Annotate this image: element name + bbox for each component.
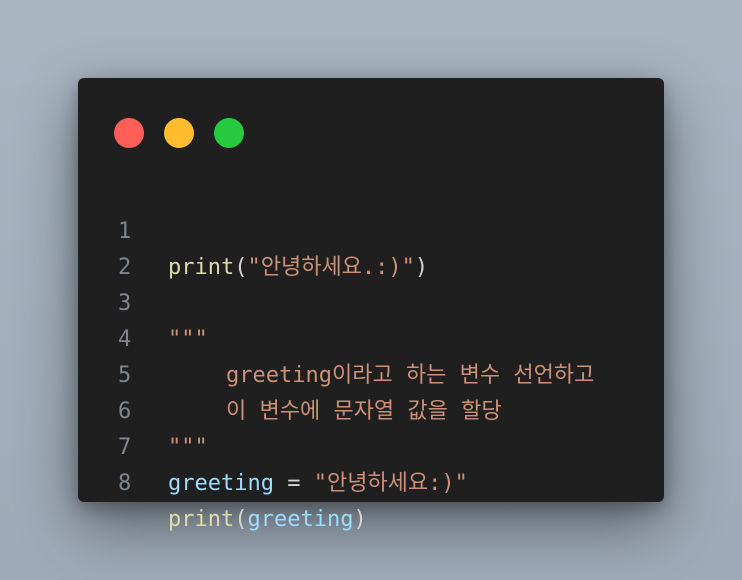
string-literal: "안녕하세요:)" [313, 471, 468, 496]
code-line-3: 3 """ [78, 250, 208, 352]
maximize-window-button[interactable] [214, 118, 244, 148]
string-literal: "안녕하세요.:)" [247, 255, 415, 280]
line-number: 8 [118, 471, 132, 496]
close-window-button[interactable] [114, 118, 144, 148]
code-line-2: 2 [78, 214, 157, 280]
code-line-7: 7 greeting = "안녕하세요:)" [78, 394, 468, 496]
line-source: greeting = "안녕하세요:)" [168, 466, 468, 502]
close-paren: ) [353, 507, 367, 532]
docstring-text: greeting이라고 하는 변수 선언하고 [226, 363, 595, 388]
open-paren: ( [234, 255, 248, 280]
assignment-operator: = [273, 471, 314, 496]
variable-name: greeting [247, 507, 354, 532]
line-source: print(greeting) [168, 502, 367, 538]
code-line-6: 6 """ [78, 358, 208, 460]
line-source: 이 변수에 문자열 값을 할당 [168, 394, 502, 430]
code-line-4: 4 greeting이라고 하는 변수 선언하고 [78, 286, 594, 388]
close-paren: ) [414, 255, 429, 280]
line-source: """ [168, 430, 208, 466]
line-source: print("안녕하세요.:)") [168, 250, 428, 286]
line-source: """ [168, 322, 208, 358]
function-name: print [168, 255, 235, 280]
code-line-5: 5 이 변수에 문자열 값을 할당 [78, 322, 502, 424]
code-line-1: 1 print("안녕하세요.:)") [78, 178, 428, 280]
open-paren: ( [234, 507, 248, 532]
code-window: 1 print("안녕하세요.:)") 2 3 """ 4 greeting이라… [78, 78, 664, 532]
line-source: greeting이라고 하는 변수 선언하고 [168, 358, 594, 394]
variable-name: greeting [168, 471, 274, 496]
minimize-window-button[interactable] [164, 118, 194, 148]
docstring-open: """ [168, 327, 208, 352]
function-name: print [168, 507, 235, 532]
docstring-text: 이 변수에 문자열 값을 할당 [226, 399, 502, 424]
code-line-8: 8 print(greeting) [78, 430, 367, 532]
docstring-close: """ [168, 435, 208, 460]
